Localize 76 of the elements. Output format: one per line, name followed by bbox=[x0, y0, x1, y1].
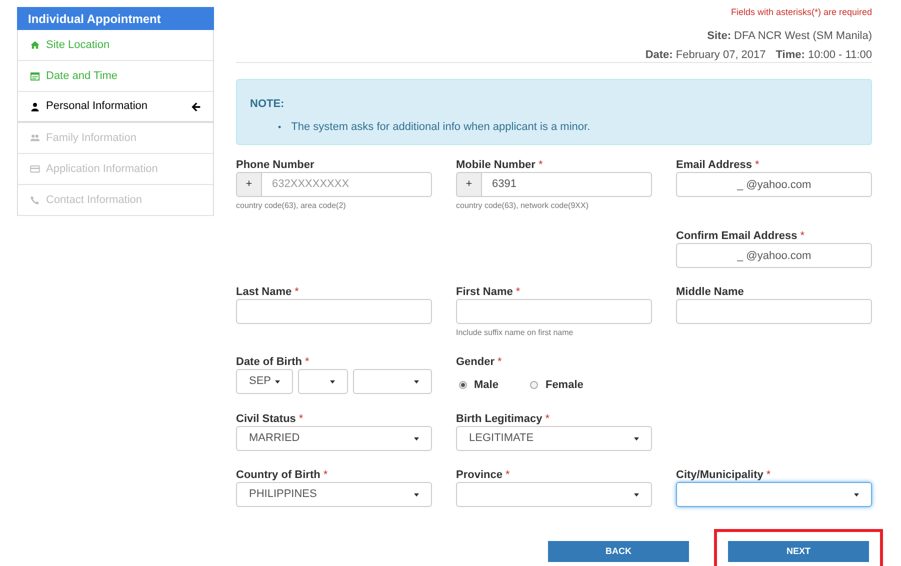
field-label: Email Address bbox=[676, 159, 752, 171]
text-input-field[interactable]: _ @yahoo.com bbox=[676, 243, 872, 268]
dropdown-field[interactable] bbox=[676, 482, 872, 507]
field-label: Gender bbox=[456, 356, 495, 368]
field-label: Civil Status bbox=[236, 413, 296, 425]
dropdown-field[interactable]: LEGITIMATE bbox=[456, 426, 652, 451]
phone-icon bbox=[30, 195, 40, 205]
dropdown-field[interactable]: SEP bbox=[236, 369, 293, 394]
user-icon bbox=[30, 102, 40, 112]
users-icon bbox=[30, 133, 40, 143]
field-label: Mobile Number bbox=[456, 159, 536, 171]
field-label: Middle Name bbox=[676, 286, 744, 298]
radio-label: Female bbox=[545, 378, 584, 393]
field-label: Date of Birth bbox=[236, 356, 302, 368]
caret-icon bbox=[275, 380, 280, 384]
required-mark: * bbox=[305, 356, 310, 368]
field-label: Province bbox=[456, 469, 502, 481]
text-input-field[interactable]: _ @yahoo.com bbox=[676, 172, 872, 197]
text-input-field[interactable] bbox=[456, 299, 652, 324]
text-input-field[interactable] bbox=[676, 299, 872, 324]
left-arrow-icon bbox=[191, 102, 201, 112]
required-mark: * bbox=[800, 230, 805, 242]
caret-icon bbox=[634, 436, 639, 440]
required-mark: * bbox=[505, 469, 510, 481]
required-mark: * bbox=[755, 159, 760, 171]
required-mark: * bbox=[298, 413, 304, 425]
required-mark: * bbox=[323, 469, 328, 481]
radio-label: Male bbox=[474, 378, 498, 393]
caret-icon bbox=[330, 380, 335, 384]
radio-button[interactable] bbox=[530, 381, 538, 390]
help-text: Include suffix name on first name bbox=[456, 327, 574, 339]
dropdown-field[interactable] bbox=[298, 369, 348, 394]
card-icon bbox=[30, 164, 40, 174]
caret-icon bbox=[414, 492, 419, 496]
bullet-mark: • bbox=[278, 120, 282, 134]
help-text: country code(63), network code(9XX) bbox=[456, 200, 590, 212]
required-mark: * bbox=[294, 286, 299, 298]
sidebar-title: Individual Appointment bbox=[17, 7, 214, 30]
note-text: The system asks for additional info when applicant is a minor. bbox=[291, 120, 590, 134]
nav-button[interactable]: NEXT bbox=[728, 541, 869, 562]
text-input-field[interactable] bbox=[236, 299, 432, 324]
field-label: First Name bbox=[456, 286, 513, 298]
phone-input-field[interactable]: 6391 bbox=[482, 172, 652, 197]
dropdown-field[interactable] bbox=[353, 369, 432, 394]
summary-text: Site: DFA NCR West (SM Manila) bbox=[707, 28, 872, 44]
required-mark: * bbox=[538, 159, 543, 171]
required-mark: * bbox=[498, 356, 502, 368]
required-mark: * bbox=[766, 469, 771, 481]
dropdown-field[interactable]: PHILIPPINES bbox=[236, 482, 432, 507]
note-title: NOTE: bbox=[250, 97, 286, 112]
summary-text: Time: 10:00 - 11:00 bbox=[776, 48, 872, 63]
field-label: Confirm Email Address bbox=[676, 230, 798, 242]
field-label: Phone Number bbox=[236, 159, 314, 171]
house-icon bbox=[30, 40, 40, 50]
prefix-label: + bbox=[456, 172, 482, 197]
prefix-label: + bbox=[236, 172, 262, 197]
dropdown-field[interactable]: MARRIED bbox=[236, 426, 432, 451]
field-label: Last Name bbox=[236, 286, 292, 298]
nav-button[interactable]: BACK bbox=[548, 541, 689, 562]
caret-icon bbox=[414, 436, 419, 440]
dropdown-field[interactable] bbox=[456, 482, 652, 507]
radio-button[interactable] bbox=[459, 381, 467, 390]
sidebar-item[interactable]: Personal Information bbox=[18, 92, 213, 123]
required-fields-notice: Fields with asterisks(*) are required bbox=[730, 6, 872, 19]
help-text: country code(63), area code(2) bbox=[236, 200, 347, 212]
required-mark: * bbox=[545, 413, 550, 425]
caret-icon bbox=[634, 492, 639, 496]
phone-input-field[interactable]: 632XXXXXXXX bbox=[262, 172, 432, 197]
field-label: City/Municipality bbox=[676, 469, 764, 481]
field-label: Birth Legitimacy bbox=[456, 413, 542, 425]
calendar-icon bbox=[30, 71, 40, 81]
field-label: Country of Birth bbox=[236, 469, 320, 481]
caret-icon bbox=[414, 380, 419, 384]
required-mark: * bbox=[516, 286, 520, 298]
caret-icon bbox=[854, 492, 859, 496]
summary-text: Date: February 07, 2017 bbox=[645, 48, 766, 63]
